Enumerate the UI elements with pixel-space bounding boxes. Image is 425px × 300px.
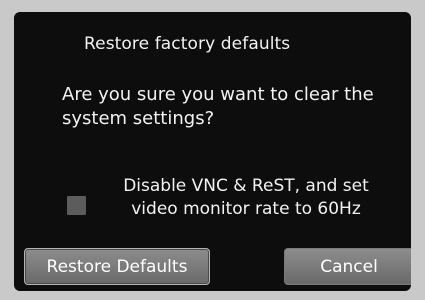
dialog-title: Restore factory defaults	[84, 34, 291, 54]
disable-vnc-label-line1: Disable VNC & ReST, and set	[123, 176, 369, 196]
disable-vnc-checkbox[interactable]	[67, 196, 86, 215]
restore-defaults-dialog: Restore factory defaults Are you sure yo…	[14, 12, 411, 291]
restore-defaults-button[interactable]: Restore Defaults	[24, 248, 210, 285]
disable-vnc-label[interactable]: Disable VNC & ReST, and set video monito…	[94, 175, 398, 221]
dialog-message: Are you sure you want to clear the syste…	[62, 84, 374, 129]
cancel-button[interactable]: Cancel	[284, 248, 411, 285]
disable-vnc-label-line2: video monitor rate to 60Hz	[131, 199, 361, 219]
